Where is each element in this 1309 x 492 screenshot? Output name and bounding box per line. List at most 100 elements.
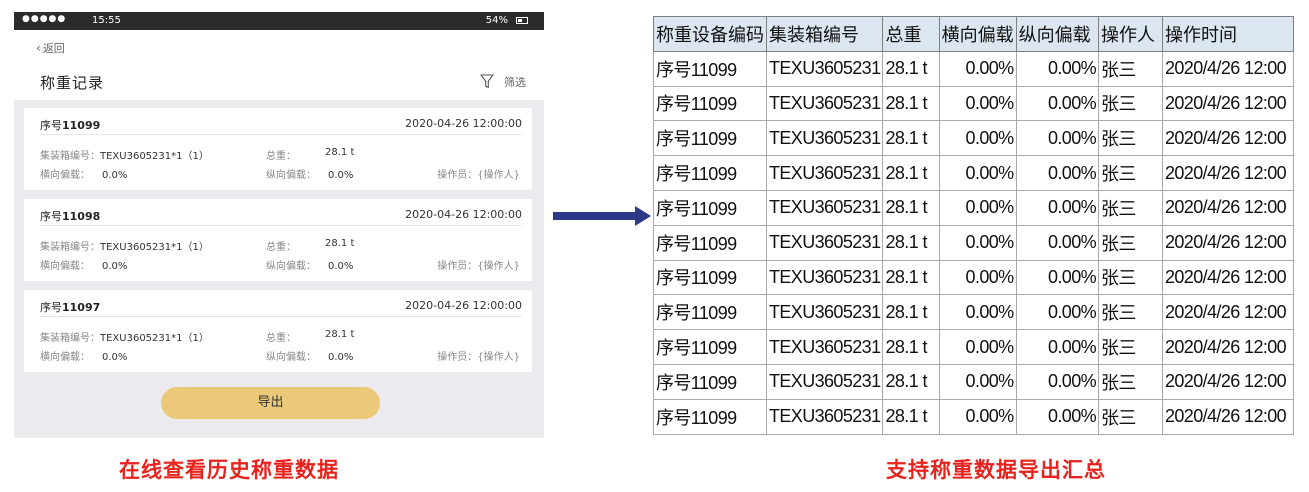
- cell-longitudinal-offset[interactable]: 0.00%: [1015, 155, 1100, 191]
- record-header: 序号11098 2020-04-26 12:00:00: [40, 199, 522, 226]
- cell-longitudinal-offset[interactable]: 0.00%: [1015, 259, 1100, 296]
- cell-device-code[interactable]: 序号11099: [653, 85, 767, 122]
- cell-total-weight[interactable]: 28.1 t: [882, 259, 940, 296]
- col-header-operator[interactable]: 操作人: [1098, 16, 1163, 52]
- cell-device-code[interactable]: 序号11099: [653, 398, 767, 435]
- cell-device-code[interactable]: 序号11099: [653, 224, 767, 261]
- cell-operation-time[interactable]: 2020/4/26 12:00: [1161, 259, 1294, 296]
- cell-operator[interactable]: 张三: [1098, 120, 1163, 157]
- cell-lateral-offset[interactable]: 0.00%: [938, 398, 1017, 435]
- cell-operator[interactable]: 张三: [1098, 329, 1163, 365]
- col-header-container-no[interactable]: 集装箱编号: [765, 16, 884, 52]
- col-header-operation-time[interactable]: 操作时间: [1161, 16, 1294, 52]
- col-header-longitudinal-offset[interactable]: 纵向偏载: [1015, 16, 1100, 52]
- record-card[interactable]: 序号11099 2020-04-26 12:00:00 集装箱编号：TEXU36…: [24, 108, 532, 190]
- cell-operation-time[interactable]: 2020/4/26 12:00: [1161, 224, 1294, 261]
- cell-operator[interactable]: 张三: [1098, 85, 1163, 122]
- cell-operation-time[interactable]: 2020/4/26 12:00: [1161, 85, 1294, 122]
- cell-lateral-offset[interactable]: 0.00%: [938, 120, 1017, 157]
- col-header-total-weight[interactable]: 总重: [882, 16, 940, 52]
- cell-longitudinal-offset[interactable]: 0.00%: [1015, 120, 1100, 157]
- cell-operator[interactable]: 张三: [1098, 155, 1163, 191]
- cell-total-weight[interactable]: 28.1 t: [882, 50, 940, 87]
- total-weight-label: 总重：: [266, 242, 296, 253]
- cell-operator[interactable]: 张三: [1098, 363, 1163, 400]
- table-row: 序号11099 TEXU3605231 28.1 t 0.00% 0.00% 张三 2020…: [653, 189, 1294, 226]
- cell-device-code[interactable]: 序号11099: [653, 363, 767, 400]
- cell-container-no[interactable]: TEXU3605231: [765, 363, 884, 400]
- cell-operator[interactable]: 张三: [1098, 294, 1163, 331]
- cell-container-no[interactable]: TEXU3605231: [765, 155, 884, 191]
- cell-operation-time[interactable]: 2020/4/26 12:00: [1161, 363, 1294, 400]
- cell-total-weight[interactable]: 28.1 t: [882, 155, 940, 191]
- cell-longitudinal-offset[interactable]: 0.00%: [1015, 189, 1100, 226]
- container-no: 集装箱编号：TEXU3605231*1（1）: [40, 333, 209, 344]
- cell-lateral-offset[interactable]: 0.00%: [938, 189, 1017, 226]
- cell-operator[interactable]: 张三: [1098, 50, 1163, 87]
- longitudinal-offset: 纵向偏载： 0.0%: [266, 352, 354, 363]
- cell-lateral-offset[interactable]: 0.00%: [938, 155, 1017, 191]
- table-row: 序号11099 TEXU3605231 28.1 t 0.00% 0.00% 张三 2020…: [653, 155, 1294, 191]
- cell-container-no[interactable]: TEXU3605231: [765, 120, 884, 157]
- cell-total-weight[interactable]: 28.1 t: [882, 294, 940, 331]
- cell-container-no[interactable]: TEXU3605231: [765, 50, 884, 87]
- cell-total-weight[interactable]: 28.1 t: [882, 363, 940, 400]
- cell-operation-time[interactable]: 2020/4/26 12:00: [1161, 155, 1294, 191]
- cell-operation-time[interactable]: 2020/4/26 12:00: [1161, 120, 1294, 157]
- cell-container-no[interactable]: TEXU3605231: [765, 189, 884, 226]
- cell-total-weight[interactable]: 28.1 t: [882, 398, 940, 435]
- cell-lateral-offset[interactable]: 0.00%: [938, 329, 1017, 365]
- filter-button[interactable]: 筛选: [480, 74, 526, 90]
- lateral-offset: 横向偏载： 0.0%: [40, 261, 128, 272]
- cell-device-code[interactable]: 序号11099: [653, 294, 767, 331]
- cell-operator[interactable]: 张三: [1098, 224, 1163, 261]
- cell-total-weight[interactable]: 28.1 t: [882, 85, 940, 122]
- cell-device-code[interactable]: 序号11099: [653, 50, 767, 87]
- cell-operation-time[interactable]: 2020/4/26 12:00: [1161, 189, 1294, 226]
- back-button[interactable]: ‹ 返回: [36, 40, 65, 56]
- cell-longitudinal-offset[interactable]: 0.00%: [1015, 224, 1100, 261]
- cell-operation-time[interactable]: 2020/4/26 12:00: [1161, 398, 1294, 435]
- cell-longitudinal-offset[interactable]: 0.00%: [1015, 363, 1100, 400]
- mobile-app-screen: ●●●●● 15:55 54% ‹ 返回 称重记录 筛选 序号11099 2020…: [14, 12, 544, 438]
- cell-operator[interactable]: 张三: [1098, 398, 1163, 435]
- cell-device-code[interactable]: 序号11099: [653, 189, 767, 226]
- cell-device-code[interactable]: 序号11099: [653, 329, 767, 365]
- cell-operator[interactable]: 张三: [1098, 189, 1163, 226]
- cell-total-weight[interactable]: 28.1 t: [882, 120, 940, 157]
- cell-container-no[interactable]: TEXU3605231: [765, 329, 884, 365]
- cell-total-weight[interactable]: 28.1 t: [882, 224, 940, 261]
- cell-container-no[interactable]: TEXU3605231: [765, 294, 884, 331]
- cell-lateral-offset[interactable]: 0.00%: [938, 224, 1017, 261]
- record-card[interactable]: 序号11098 2020-04-26 12:00:00 集装箱编号：TEXU36…: [24, 199, 532, 281]
- cell-lateral-offset[interactable]: 0.00%: [938, 85, 1017, 122]
- cell-container-no[interactable]: TEXU3605231: [765, 224, 884, 261]
- col-header-lateral-offset[interactable]: 横向偏载: [938, 16, 1017, 52]
- cell-operation-time[interactable]: 2020/4/26 12:00: [1161, 329, 1294, 365]
- cell-longitudinal-offset[interactable]: 0.00%: [1015, 329, 1100, 365]
- cell-lateral-offset[interactable]: 0.00%: [938, 259, 1017, 296]
- cell-container-no[interactable]: TEXU3605231: [765, 398, 884, 435]
- cell-operation-time[interactable]: 2020/4/26 12:00: [1161, 294, 1294, 331]
- cell-longitudinal-offset[interactable]: 0.00%: [1015, 294, 1100, 331]
- cell-device-code[interactable]: 序号11099: [653, 259, 767, 296]
- cell-lateral-offset[interactable]: 0.00%: [938, 294, 1017, 331]
- cell-longitudinal-offset[interactable]: 0.00%: [1015, 85, 1100, 122]
- cell-operator[interactable]: 张三: [1098, 259, 1163, 296]
- record-card[interactable]: 序号11097 2020-04-26 12:00:00 集装箱编号：TEXU36…: [24, 290, 532, 372]
- lateral-offset: 横向偏载： 0.0%: [40, 352, 128, 363]
- cell-lateral-offset[interactable]: 0.00%: [938, 363, 1017, 400]
- cell-device-code[interactable]: 序号11099: [653, 120, 767, 157]
- cell-operation-time[interactable]: 2020/4/26 12:00: [1161, 50, 1294, 87]
- record-date: 2020-04-26 12:00:00: [405, 208, 522, 221]
- cell-longitudinal-offset[interactable]: 0.00%: [1015, 50, 1100, 87]
- cell-longitudinal-offset[interactable]: 0.00%: [1015, 398, 1100, 435]
- cell-container-no[interactable]: TEXU3605231: [765, 259, 884, 296]
- cell-lateral-offset[interactable]: 0.00%: [938, 50, 1017, 87]
- export-button[interactable]: 导出: [161, 387, 380, 419]
- col-header-device-code[interactable]: 称重设备编码: [653, 16, 767, 52]
- cell-container-no[interactable]: TEXU3605231: [765, 85, 884, 122]
- cell-device-code[interactable]: 序号11099: [653, 155, 767, 191]
- cell-total-weight[interactable]: 28.1 t: [882, 189, 940, 226]
- cell-total-weight[interactable]: 28.1 t: [882, 329, 940, 365]
